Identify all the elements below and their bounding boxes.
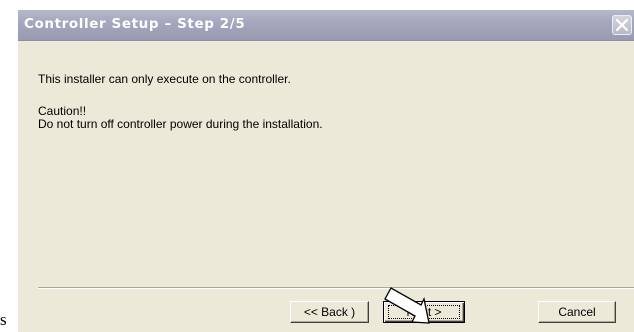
info-message: This installer can only execute on the c… (38, 72, 291, 86)
close-icon (615, 18, 629, 32)
next-button[interactable]: Next > (383, 301, 465, 323)
setup-dialog: Controller Setup – Step 2/5 This install… (18, 10, 634, 332)
stray-character: s (0, 310, 7, 329)
dialog-body: This installer can only execute on the c… (18, 41, 634, 332)
caution-message: Do not turn off controller power during … (38, 117, 323, 131)
next-button-label: Next > (406, 305, 442, 319)
button-separator (38, 287, 634, 289)
close-button[interactable] (612, 15, 632, 35)
title-bar[interactable]: Controller Setup – Step 2/5 (18, 10, 634, 41)
caution-heading: Caution!! (38, 104, 87, 118)
back-button[interactable]: << Back ) (290, 301, 369, 323)
window-title: Controller Setup – Step 2/5 (24, 16, 246, 32)
cancel-button[interactable]: Cancel (538, 301, 616, 323)
screenshot-stage: s Controller Setup – Step 2/5 This insta… (0, 0, 634, 332)
